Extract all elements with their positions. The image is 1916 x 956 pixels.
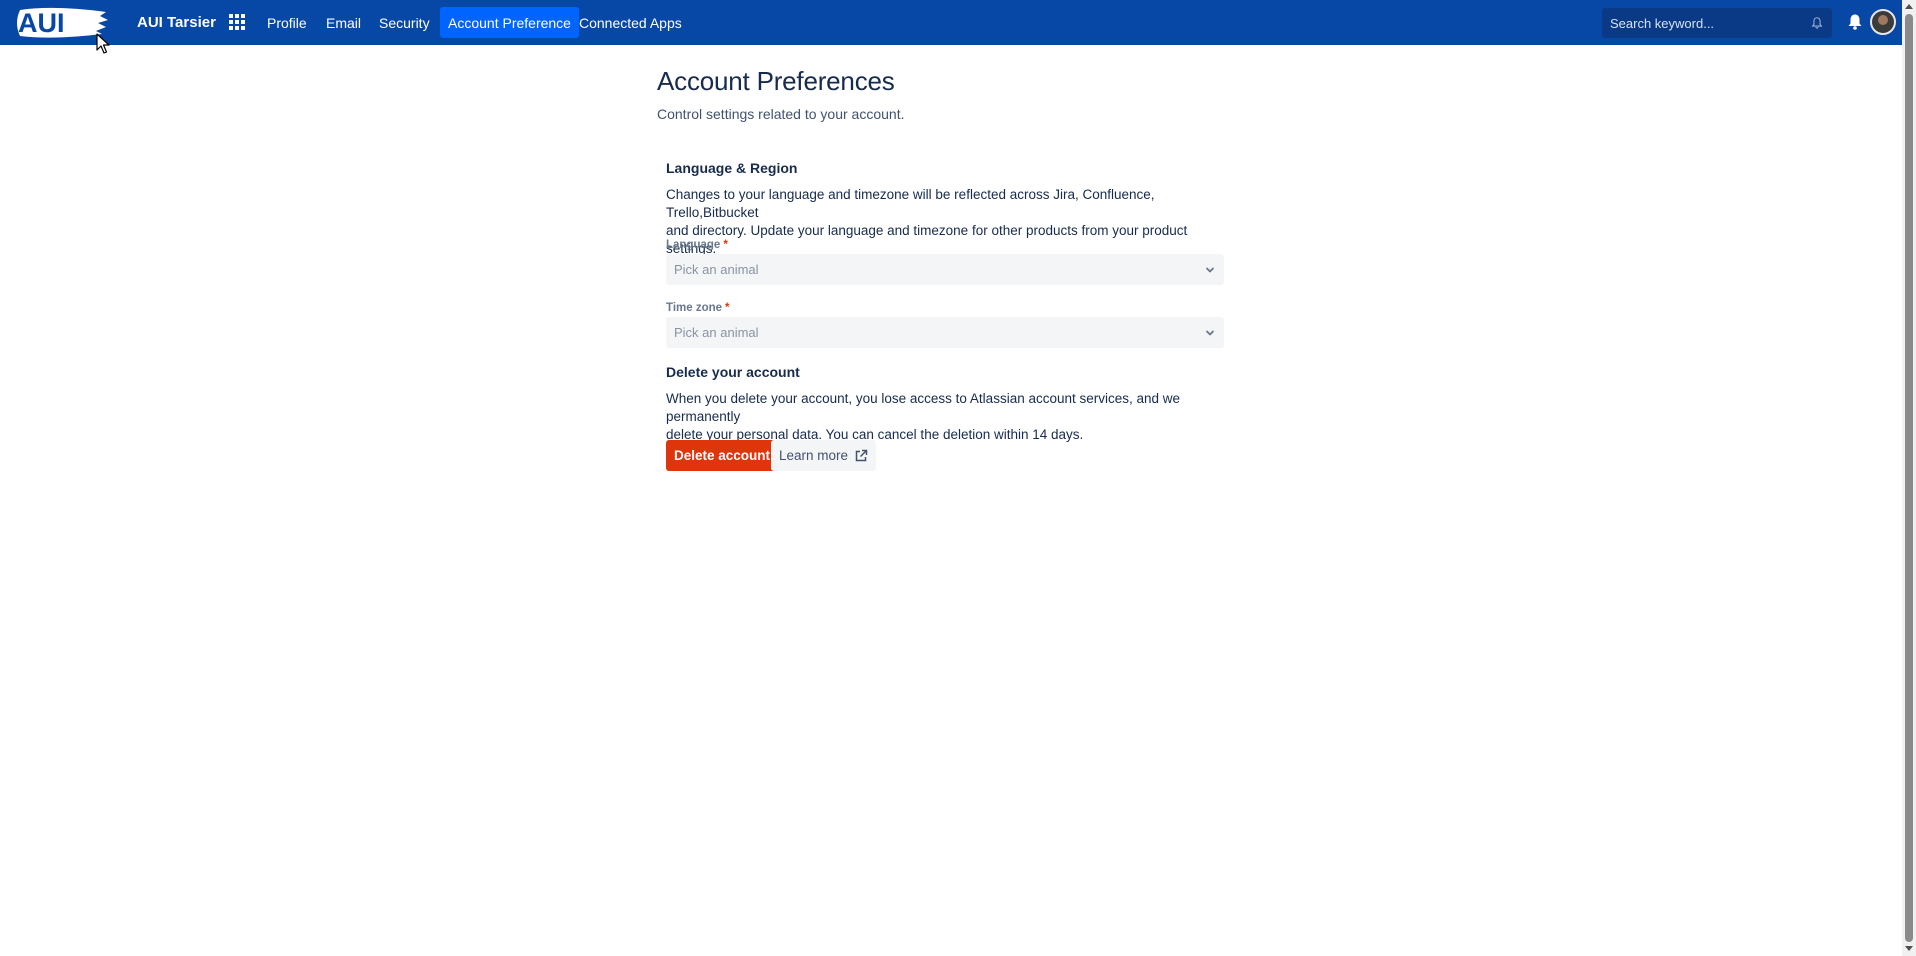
language-label-text: Language [666,239,721,251]
app-switcher-icon[interactable] [226,12,246,32]
scroll-down-arrow[interactable] [1905,946,1913,951]
avatar[interactable] [1870,9,1896,35]
timezone-label-text: Time zone [666,302,723,314]
delete-account-description: When you delete your account, you lose a… [666,390,1226,444]
top-navigation: AUI AUI Tarsier Profile Email Security A… [0,0,1902,45]
notification-bell-icon[interactable] [1810,16,1824,30]
language-select-placeholder: Pick an animal [674,262,759,277]
timezone-label: Time zone * [666,302,730,314]
learn-more-button[interactable]: Learn more [771,440,877,471]
bell-icon[interactable] [1845,12,1865,32]
vertical-scrollbar[interactable] [1902,0,1916,956]
delete-account-heading: Delete your account [666,364,800,380]
logo-text: AUI [18,8,65,38]
nav-connected-apps[interactable]: Connected Apps [571,7,690,38]
search-input[interactable] [1610,15,1810,31]
product-name[interactable]: AUI Tarsier [137,0,216,45]
delete-account-button[interactable]: Delete account [666,440,779,471]
scroll-up-arrow[interactable] [1905,4,1913,9]
page-title: Account Preferences [657,66,895,96]
nav-security[interactable]: Security [371,7,438,38]
nav-profile[interactable]: Profile [259,7,315,38]
language-region-description-line2: and directory. Update your language and … [666,223,1188,256]
nav-account-preference[interactable]: Account Preference [440,7,579,38]
language-select[interactable]: Pick an animal [666,254,1224,285]
timezone-select[interactable]: Pick an animal [666,317,1224,348]
page-subtitle: Control settings related to your account… [657,106,905,122]
language-region-heading: Language & Region [666,160,798,176]
language-region-description: Changes to your language and timezone wi… [666,186,1226,258]
required-indicator: * [725,302,730,314]
learn-more-label: Learn more [779,448,849,463]
language-label: Language * [666,239,728,251]
delete-account-description-line1: When you delete your account, you lose a… [666,391,1181,424]
scrollbar-thumb[interactable] [1905,14,1913,942]
chevron-down-icon [1206,267,1214,272]
external-link-icon [855,449,868,461]
mouse-cursor-icon [96,33,110,54]
chevron-down-icon [1206,330,1214,335]
nav-email[interactable]: Email [318,7,369,38]
search-box[interactable] [1602,8,1832,38]
timezone-select-placeholder: Pick an animal [674,325,759,340]
required-indicator: * [723,239,728,251]
language-region-description-line1: Changes to your language and timezone wi… [666,187,1155,220]
